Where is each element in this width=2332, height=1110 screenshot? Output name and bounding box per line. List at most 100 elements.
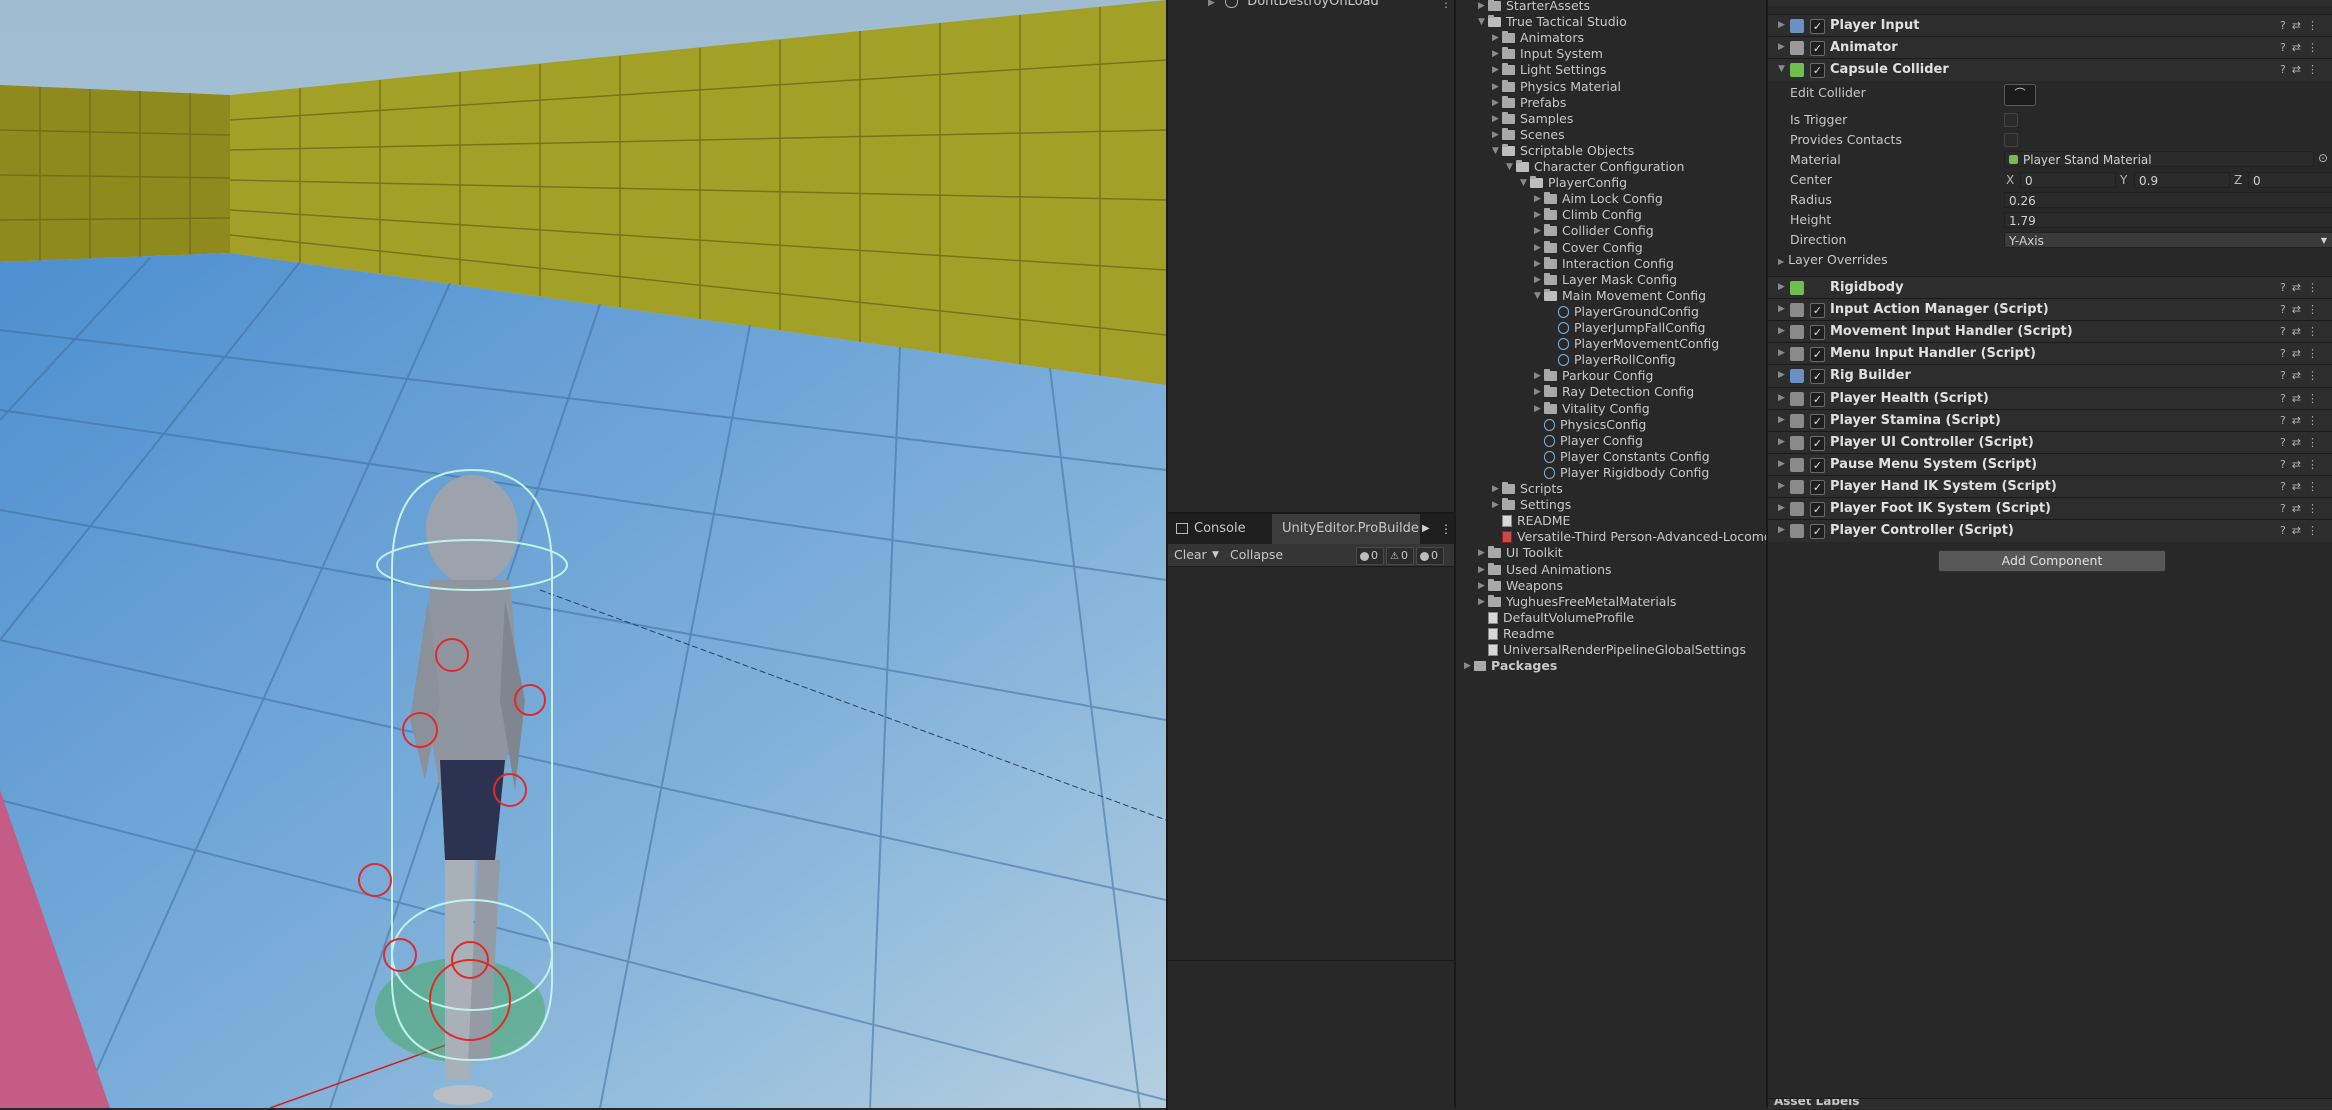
radius-field[interactable]: 0.26 <box>2004 192 2332 208</box>
component-enabled-checkbox[interactable]: ✓ <box>1810 369 1825 385</box>
presets-icon[interactable]: ⇄ <box>2292 347 2307 360</box>
expand-triangle-icon[interactable]: ▼ <box>1534 288 1544 304</box>
presets-icon[interactable]: ⇄ <box>2292 369 2307 382</box>
project-item[interactable]: PhysicsConfig <box>1534 417 1646 433</box>
foldout-triangle-icon[interactable]: ▶ <box>1778 437 1785 447</box>
expand-triangle-icon[interactable]: ▼ <box>1492 143 1502 159</box>
expand-triangle-icon[interactable]: ▶ <box>1492 62 1502 78</box>
component-header[interactable]: ▶ ✓ Player Stamina (Script) ?⇄⋮ <box>1768 408 2332 432</box>
project-item[interactable]: PlayerJumpFallConfig <box>1548 320 1705 336</box>
tab-probuilder[interactable]: UnityEditor.ProBuilder.V <box>1272 514 1420 544</box>
help-icon[interactable]: ? <box>2280 436 2292 449</box>
project-item[interactable]: Player Config <box>1534 433 1643 449</box>
component-header[interactable]: ▶ ✓ Player UI Controller (Script) ?⇄⋮ <box>1768 430 2332 454</box>
foldout-triangle-icon[interactable]: ▶ <box>1778 42 1785 52</box>
component-header[interactable]: ▶ ✓ Pause Menu System (Script) ?⇄⋮ <box>1768 452 2332 476</box>
project-item[interactable]: Player Constants Config <box>1534 449 1710 465</box>
expand-triangle-icon[interactable]: ▶ <box>1534 240 1544 256</box>
foldout-triangle-icon[interactable]: ▶ <box>1778 348 1785 358</box>
foldout-triangle-icon[interactable]: ▶ <box>1778 282 1785 292</box>
project-item[interactable]: ▶ Samples <box>1492 111 1573 127</box>
foldout-triangle-icon[interactable]: ▶ <box>1778 326 1785 336</box>
project-item[interactable]: ▶ Climb Config <box>1534 207 1642 223</box>
expand-triangle-icon[interactable]: ▶ <box>1492 30 1502 46</box>
direction-dropdown[interactable]: Y-Axis ▼ <box>2004 232 2332 248</box>
component-header[interactable]: ▶ ✓ Animator ?⇄⋮ <box>1768 36 2332 59</box>
presets-icon[interactable]: ⇄ <box>2292 414 2307 427</box>
kebab-menu-icon[interactable]: ⋮ <box>2307 480 2324 493</box>
component-enabled-checkbox[interactable]: ✓ <box>1810 524 1825 540</box>
expand-triangle-icon[interactable]: ▶ <box>1492 111 1502 127</box>
project-item[interactable]: ▶ Prefabs <box>1492 95 1566 111</box>
expand-triangle-icon[interactable]: ▶ <box>1534 256 1544 272</box>
presets-icon[interactable]: ⇄ <box>2292 19 2307 32</box>
project-item[interactable]: ▼ Main Movement Config <box>1534 288 1706 304</box>
project-item[interactable]: ▶ Used Animations <box>1478 562 1612 578</box>
component-enabled-checkbox[interactable]: ✓ <box>1810 435 1825 451</box>
help-icon[interactable]: ? <box>2280 63 2292 76</box>
project-item[interactable]: ▶ Collider Config <box>1534 223 1654 239</box>
component-enabled-checkbox[interactable]: ✓ <box>1810 63 1825 78</box>
foldout-triangle-icon[interactable]: ▶ <box>1778 459 1785 469</box>
expand-triangle-icon[interactable]: ▶ <box>1492 79 1502 95</box>
help-icon[interactable]: ? <box>2280 303 2292 316</box>
component-enabled-checkbox[interactable]: ✓ <box>1810 413 1825 429</box>
component-header[interactable]: ▶ ✓ Movement Input Handler (Script) ?⇄⋮ <box>1768 320 2332 344</box>
component-header[interactable]: ▶ ✓ Player Hand IK System (Script) ?⇄⋮ <box>1768 474 2332 498</box>
edit-collider-button[interactable]: ⌒ <box>2004 84 2036 106</box>
project-item[interactable]: ▶ Scripts <box>1492 481 1563 497</box>
expand-triangle-icon[interactable]: ▶ <box>1492 127 1502 143</box>
project-item[interactable]: ▶ Input System <box>1492 46 1603 62</box>
center-y-field[interactable]: 0.9 <box>2134 172 2230 188</box>
asset-labels-bar[interactable]: Asset Labels <box>1768 1098 2332 1109</box>
component-enabled-checkbox[interactable]: ✓ <box>1810 41 1825 56</box>
component-enabled-checkbox[interactable]: ✓ <box>1810 479 1825 495</box>
expand-triangle-icon[interactable]: ▶ <box>1534 207 1544 223</box>
presets-icon[interactable]: ⇄ <box>2292 436 2307 449</box>
component-enabled-checkbox[interactable]: ✓ <box>1810 303 1825 319</box>
project-item[interactable]: ▶ Ray Detection Config <box>1534 384 1694 400</box>
kebab-menu-icon[interactable]: ⋮ <box>2307 303 2324 316</box>
project-item[interactable]: ▼ True Tactical Studio <box>1478 14 1627 30</box>
component-header[interactable]: ▶ ✓ Player Input ?⇄⋮ <box>1768 14 2332 37</box>
center-y-label[interactable]: Y <box>2120 171 2127 189</box>
component-enabled-checkbox[interactable]: ✓ <box>1810 347 1825 363</box>
expand-triangle-icon[interactable]: ▶ <box>1534 191 1544 207</box>
center-z-label[interactable]: Z <box>2234 171 2242 189</box>
warning-count-toggle[interactable]: ⚠ 0 <box>1386 547 1414 565</box>
expand-triangle-icon[interactable]: ▶ <box>1464 658 1474 674</box>
kebab-menu-icon[interactable]: ⋮ <box>2307 41 2324 54</box>
expand-triangle-icon[interactable]: ▶ <box>1478 578 1488 594</box>
kebab-menu-icon[interactable]: ⋮ <box>2307 325 2324 338</box>
hierarchy-item-dontdestroyonload[interactable]: ▶ DontDestroyOnLoad <box>1208 0 1379 12</box>
kebab-menu-icon[interactable]: ⋮ <box>2307 414 2324 427</box>
project-item[interactable]: ▶ Cover Config <box>1534 240 1643 256</box>
presets-icon[interactable]: ⇄ <box>2292 480 2307 493</box>
info-count-toggle[interactable]: 0 <box>1356 547 1384 565</box>
foldout-triangle-icon[interactable]: ▶ <box>1778 525 1785 535</box>
project-item[interactable]: PlayerRollConfig <box>1548 352 1676 368</box>
collapse-button[interactable]: Collapse <box>1230 544 1283 566</box>
help-icon[interactable]: ? <box>2280 480 2292 493</box>
kebab-menu-icon[interactable]: ⋮ <box>2307 392 2324 405</box>
project-item[interactable]: ▶ YughuesFreeMetalMaterials <box>1478 594 1676 610</box>
help-icon[interactable]: ? <box>2280 41 2292 54</box>
add-component-button[interactable]: Add Component <box>1938 550 2166 572</box>
foldout-triangle-icon[interactable]: ▶ <box>1778 304 1785 314</box>
object-picker-icon[interactable]: ⊙ <box>2318 151 2328 165</box>
project-item[interactable]: ▶ UI Toolkit <box>1478 545 1563 561</box>
project-item[interactable]: ▼ Character Configuration <box>1506 159 1684 175</box>
project-item[interactable]: ▼ PlayerConfig <box>1520 175 1627 191</box>
clear-button[interactable]: Clear <box>1174 544 1207 566</box>
component-header[interactable]: ▶ ✓ Player Controller (Script) ?⇄⋮ <box>1768 519 2332 543</box>
center-x-field[interactable]: 0 <box>2020 172 2116 188</box>
project-item[interactable]: ▼ Scriptable Objects <box>1492 143 1634 159</box>
kebab-menu-icon[interactable]: ⋮ <box>2307 458 2324 471</box>
project-item[interactable]: ▶ Packages <box>1464 658 1557 674</box>
component-header[interactable]: ▶ ✓ Player Foot IK System (Script) ?⇄⋮ <box>1768 497 2332 520</box>
project-item[interactable]: ▶ Light Settings <box>1492 62 1606 78</box>
project-item[interactable]: PlayerGroundConfig <box>1548 304 1699 320</box>
expand-triangle-icon[interactable]: ▶ <box>1478 0 1488 14</box>
kebab-menu-icon[interactable]: ⋮ <box>2307 281 2324 294</box>
help-icon[interactable]: ? <box>2280 347 2292 360</box>
